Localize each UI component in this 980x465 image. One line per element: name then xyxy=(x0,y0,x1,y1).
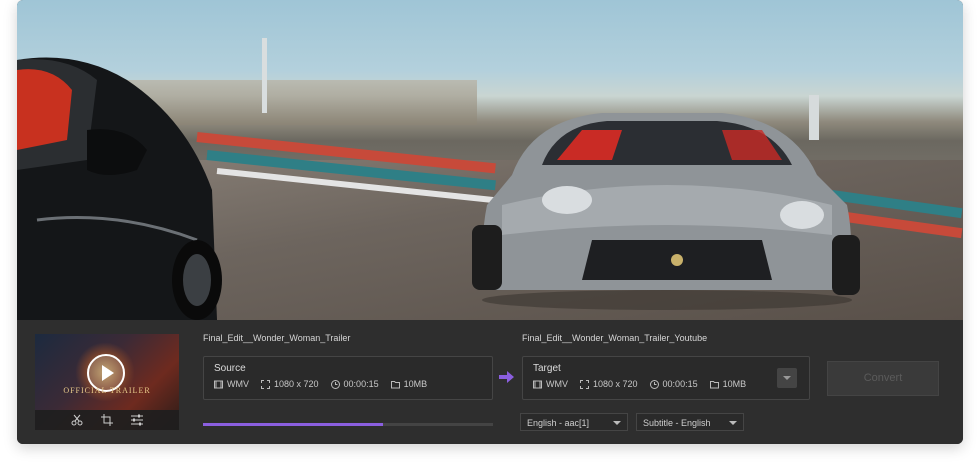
resolution-icon xyxy=(261,379,270,389)
video-thumbnail[interactable]: OFFICIAL TRAILER xyxy=(35,334,179,430)
convert-button[interactable]: Convert xyxy=(827,361,939,396)
thumbnail-caption: OFFICIAL TRAILER xyxy=(63,386,151,395)
target-resolution: 1080 x 720 xyxy=(593,379,638,389)
source-label: Source xyxy=(214,363,246,374)
converter-card: OFFICIAL TRAILER Final_Edit__Wonder_Woma… xyxy=(17,0,963,444)
conversion-progress-bar xyxy=(203,423,493,426)
clock-icon xyxy=(649,379,659,389)
resolution-icon xyxy=(580,379,589,389)
scissors-icon[interactable] xyxy=(71,414,83,426)
source-info-box: Source WMV 1080 x 720 00:00:15 10MB xyxy=(203,356,493,400)
progress-fill xyxy=(203,423,383,426)
target-format: WMV xyxy=(546,379,568,389)
target-format-dropdown-icon[interactable] xyxy=(777,368,797,388)
target-filename: Final_Edit__Wonder_Woman_Trailer_Youtube xyxy=(522,333,708,343)
target-label: Target xyxy=(533,363,561,374)
target-info-box[interactable]: Target WMV 1080 x 720 00:00:15 10MB xyxy=(522,356,810,400)
source-size: 10MB xyxy=(403,379,428,389)
thumbnail-toolbar xyxy=(35,410,179,430)
folder-icon xyxy=(709,380,719,388)
audio-track-select[interactable]: English - aac[1] xyxy=(520,413,628,431)
source-format: WMV xyxy=(227,379,249,389)
light-pole xyxy=(262,38,267,113)
source-filename: Final_Edit__Wonder_Woman_Trailer xyxy=(203,333,351,343)
clock-icon xyxy=(330,379,340,389)
crop-icon[interactable] xyxy=(101,414,113,426)
source-duration: 00:00:15 xyxy=(343,379,379,389)
conversion-panel: OFFICIAL TRAILER Final_Edit__Wonder_Woma… xyxy=(17,320,963,444)
target-size: 10MB xyxy=(722,379,747,389)
video-preview xyxy=(17,0,963,320)
subtitle-select[interactable]: Subtitle - English xyxy=(636,413,744,431)
source-resolution: 1080 x 720 xyxy=(274,379,319,389)
film-icon xyxy=(214,380,223,388)
folder-icon xyxy=(390,380,400,388)
target-duration: 00:00:15 xyxy=(662,379,698,389)
silver-car xyxy=(472,113,860,310)
film-icon xyxy=(533,380,542,388)
arrow-right-icon xyxy=(499,371,514,383)
black-car xyxy=(17,57,222,320)
effects-sliders-icon[interactable] xyxy=(131,414,143,426)
